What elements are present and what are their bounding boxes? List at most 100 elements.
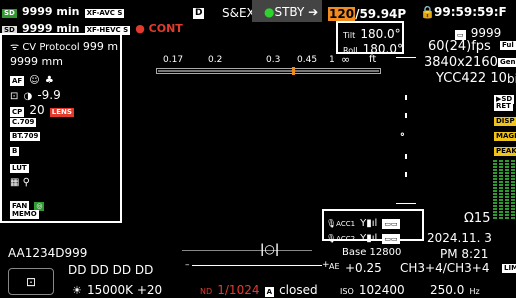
lock-icon: 🔒 bbox=[420, 5, 435, 19]
fan-row: FAN ◎ bbox=[10, 195, 45, 211]
sd-a-icon: SD bbox=[2, 9, 17, 18]
wifi-icon: ᯤ bbox=[10, 42, 20, 53]
gen-tag: Gen bbox=[498, 58, 516, 67]
shutter: 1/1024 bbox=[217, 283, 260, 297]
white-balance: 15000K +20 bbox=[86, 283, 163, 297]
mic2-icon: 🎙 bbox=[326, 234, 337, 243]
exposure-meter-marker: |○| bbox=[260, 242, 280, 256]
fps: 60(24)fps bbox=[428, 39, 491, 54]
iris: closed bbox=[279, 283, 318, 297]
focus-label: ft bbox=[369, 54, 377, 65]
focus-distance: 9999 mm bbox=[10, 55, 63, 68]
mic2-row: 🎙ACC2 Y▮ıl ▭▭ bbox=[326, 228, 400, 244]
cp-value: 20 bbox=[29, 103, 45, 117]
iris-mode: A bbox=[264, 287, 274, 297]
resolution: 3840x2160 bbox=[424, 55, 498, 70]
status-indicator: ●STBY ➔ bbox=[264, 5, 319, 19]
level-marker-icon: ᐤ bbox=[400, 130, 405, 144]
dd-label: DD DD DD DD bbox=[68, 263, 154, 277]
roll-label: Roll bbox=[343, 46, 358, 55]
freq-row: 250.0 Hz bbox=[430, 281, 480, 297]
battery-icon: ▭▭ bbox=[382, 234, 400, 244]
ret-button[interactable]: RET bbox=[494, 102, 513, 111]
tilt-label: Tilt bbox=[343, 31, 356, 40]
focus-scale-track bbox=[158, 70, 379, 72]
sun-icon: ☀ bbox=[72, 284, 82, 297]
gamma-tag: C.709 bbox=[10, 118, 37, 127]
clip-name: AA1234D999 bbox=[8, 246, 88, 260]
rec-icon: B bbox=[10, 147, 20, 156]
roll-row: Roll 180.0° bbox=[343, 40, 403, 56]
playback-button[interactable]: ⊡ bbox=[8, 268, 54, 295]
tick bbox=[405, 95, 407, 100]
exposure-meter bbox=[182, 247, 312, 253]
card-time: 9999 bbox=[470, 26, 502, 40]
media-a-time: 9999 min bbox=[21, 5, 80, 18]
lens-tag: LENS bbox=[49, 108, 74, 117]
roll-value: 180.0° bbox=[362, 42, 403, 56]
exposure-row: ⊡ ◑ -9.9 bbox=[10, 86, 61, 102]
focus-label: 0.3 bbox=[266, 55, 281, 65]
tick bbox=[405, 172, 407, 177]
media-a-indicator: SD 9999 min XF-AVC S bbox=[2, 2, 125, 18]
colorspace-tag: BT.709 bbox=[10, 132, 41, 141]
frequency: 250.0 bbox=[430, 283, 465, 297]
time: PM 8:21 bbox=[440, 247, 489, 261]
person-icon: ♣ bbox=[44, 75, 54, 86]
lut-tag: LUT bbox=[10, 164, 29, 173]
iso: 102400 bbox=[358, 283, 405, 297]
ae-label: AE bbox=[329, 262, 340, 271]
ae-minus: – bbox=[185, 260, 190, 270]
frame-rate-hl: 120 bbox=[328, 7, 356, 21]
full-tag: Ful bbox=[500, 41, 516, 50]
d-tag: D bbox=[193, 8, 205, 19]
audio-channels: CH3+4/CH3+4 bbox=[400, 261, 490, 275]
mic2-label: ACC2 bbox=[336, 235, 356, 243]
cont-indicator: ● CONT bbox=[135, 22, 183, 35]
focus-label: 1 bbox=[329, 55, 335, 65]
ae-scale bbox=[192, 265, 322, 266]
accessory-icons: ▦ ⚲ bbox=[10, 177, 30, 188]
memo-tag: MEMO bbox=[10, 210, 39, 219]
color-sampling: YCC422 10 bbox=[436, 71, 507, 86]
wb-row: ☀ 15000K +20 bbox=[72, 281, 162, 297]
timecode: 99:59:59:F bbox=[434, 5, 507, 19]
frame-rate-value: /59.94P bbox=[355, 7, 407, 21]
focus-scale-labels: 0.17 bbox=[163, 56, 183, 65]
focus-label: 0.2 bbox=[208, 55, 223, 65]
ae-value: +0.25 bbox=[345, 261, 382, 275]
tilt-row: Tilt 180.0° bbox=[343, 25, 401, 41]
camera-mode-icon: ⊡ bbox=[25, 274, 37, 289]
focus-marker bbox=[292, 67, 295, 75]
audio-label: Ω15 bbox=[464, 211, 491, 226]
cp-row: CP 20 LENS bbox=[10, 101, 74, 117]
tick bbox=[405, 154, 407, 159]
tick bbox=[405, 113, 407, 118]
cp-label: CP bbox=[10, 107, 25, 117]
date: 2024.11. 3 bbox=[427, 231, 492, 245]
nd-row: ND 1/1024 A closed bbox=[200, 281, 318, 297]
mic1-row: 🎙ACC1 Y▮ıl ▭▭ bbox=[326, 213, 400, 229]
audio-meters bbox=[493, 160, 515, 220]
frame-rate: 120/59.94P bbox=[328, 5, 406, 21]
signal-icon: Y▮ıl bbox=[360, 233, 378, 244]
bit-label: bi bbox=[507, 72, 516, 86]
level-scale bbox=[396, 57, 416, 204]
iso-row: ISO 102400 bbox=[340, 281, 405, 297]
mic1-label: ACC1 bbox=[336, 220, 356, 228]
base-iso: Base 12800 bbox=[342, 247, 402, 258]
disp-button[interactable]: DISP bbox=[494, 117, 516, 126]
focus-label: 0.45 bbox=[297, 55, 318, 65]
media-a-codec: XF-AVC S bbox=[84, 9, 125, 18]
peak-button[interactable]: PEAK bbox=[494, 147, 516, 156]
cv-protocol: ᯤ CV Protocol 999 m bbox=[10, 40, 119, 53]
mic1-icon: 🎙 bbox=[326, 219, 337, 228]
nd-label: ND bbox=[200, 287, 213, 296]
hz-label: Hz bbox=[469, 287, 480, 296]
tilt-value: 180.0° bbox=[360, 27, 401, 41]
lim-tag: LIM bbox=[502, 264, 516, 273]
card-remaining: ▭ 9999 bbox=[455, 24, 501, 40]
focus-label: 0.17 bbox=[163, 55, 184, 65]
magn-button[interactable]: MAGN bbox=[494, 132, 516, 141]
iso-label: ISO bbox=[340, 287, 354, 296]
